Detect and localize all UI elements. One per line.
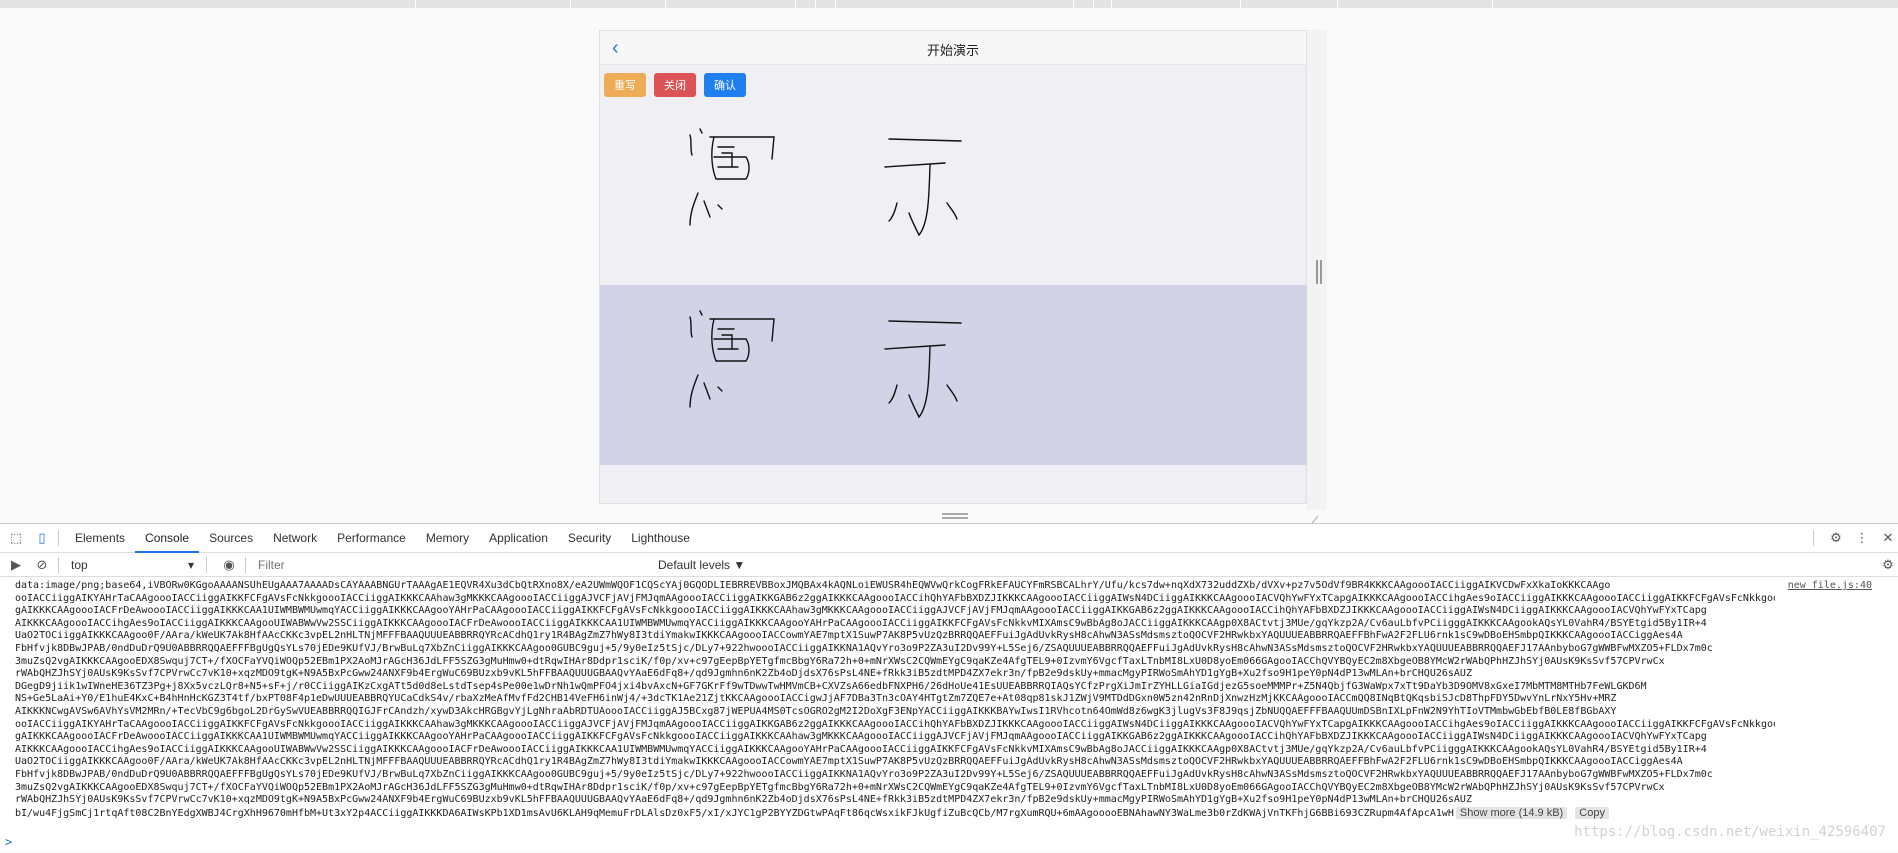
context-value: top [71,557,88,572]
console-line: 3muZsQ2vgAIKKKCAAgooEDX8Swquj7CT+/fXOCFa… [15,655,1665,667]
console-line: rWAbQHZJhSYj0AUsK9KsSvf7CPVrwCc7vK10+xqz… [15,668,1472,680]
page-viewport: ‹ 开始演示 重写 关闭 确认 ⟋ [0,8,1898,528]
divider [58,556,59,573]
dropdown-arrow-icon: ▾ [187,557,194,572]
console-line: gAIKKKCAAgoooIACFrDeAwoooIACCiiggAIKKKCA… [15,731,1707,743]
tab-console[interactable]: Console [135,524,200,553]
close-button[interactable]: 关闭 [654,73,696,97]
signature-preview-image [600,285,1307,465]
sidebar-toggle-icon[interactable]: ▶ [6,555,26,575]
divider [415,0,416,8]
divider [1111,0,1112,8]
vertical-resize-handle[interactable] [1316,260,1322,284]
divider [206,556,207,573]
preview-char-shi [884,320,962,419]
handwritten-char-yan [689,128,775,226]
console-prompt[interactable]: > [5,836,12,849]
divider [570,0,571,8]
divider [1093,0,1094,8]
context-select[interactable]: top ▾ [65,558,200,572]
console-line: FbHfvjk8DBwJPAB/0ndDuDrQ9U0ABBRRQQAEFFFB… [15,768,1713,780]
handwriting-strokes [689,128,962,237]
confirm-button[interactable]: 确认 [704,73,746,97]
inspect-element-icon[interactable]: ⬚ [6,528,26,548]
divider [815,0,816,8]
console-output: new file.js:40 data:image/png;base64,iVB… [0,578,1898,853]
divider [245,556,246,573]
mobile-device-frame: ‹ 开始演示 重写 关闭 确认 [599,30,1307,504]
horizontal-resize-handle[interactable] [942,513,968,519]
page-title: 开始演示 [926,43,979,58]
divider [1240,0,1241,8]
divider [1073,0,1074,8]
device-toolbar-icon[interactable]: ▯ [32,528,52,548]
filter-input[interactable] [252,555,652,574]
divider [1492,0,1493,8]
divider [1813,530,1814,546]
console-line: UaO2TOCiiggAIKKKCAAgoo0F/AAra/kWeUK7Ak8H… [15,756,1683,768]
show-more-button[interactable]: Show more (14.9 kB) [1455,806,1568,819]
watermark: https://blog.csdn.net/weixin_42596407 [1574,824,1886,841]
more-options-icon[interactable]: ⋮ [1852,528,1872,548]
divider [665,0,666,8]
tab-performance[interactable]: Performance [327,524,416,553]
source-link[interactable]: new file.js:40 [1788,580,1872,593]
live-expression-eye-icon[interactable]: ◉ [219,555,239,575]
handwritten-char-shi [884,138,962,237]
clear-console-icon[interactable]: ⊘ [32,555,52,575]
divider [58,530,59,546]
console-line: ooIACCiiggAIKYAHrTaCAAgoooIACCiiggAIKKFC… [15,592,1775,604]
signature-canvas[interactable] [600,103,1307,283]
console-line: FbHfvjk8DBwJPAB/0ndDuDrQ9U0ABBRRQQAEFFFB… [15,642,1713,654]
tab-sources[interactable]: Sources [199,524,263,553]
close-devtools-icon[interactable]: ✕ [1878,528,1898,548]
tab-security[interactable]: Security [558,524,621,553]
nav-bar: ‹ 开始演示 [600,31,1306,65]
devtools-tabs: ⬚ ▯ Elements Console Sources Network Per… [0,524,1898,553]
console-line: gAIKKKCAAgoooIACFrDeAwoooIACCiiggAIKKKCA… [15,605,1707,617]
console-line: ooIACCiiggAIKYAHrTaCAAgoooIACCiiggAIKKFC… [15,718,1775,730]
console-line: bI/wu4FjgSmCj1rtqAft08C2BnYEdgXWBJ4CrgXh… [15,806,1898,821]
devtools-panel: ⬚ ▯ Elements Console Sources Network Per… [0,523,1898,852]
console-line: AIKKKNCwgAVSw6AVhYsVM2MRn/+TecVbC9g6bgoL… [15,705,1617,717]
action-buttons: 重写 关闭 确认 [604,73,746,97]
console-line: AIKKKCAAgoooIACCihgAes9oIACCiiggAIKKKCAA… [15,743,1707,755]
divider [795,0,796,8]
tab-elements[interactable]: Elements [65,524,135,553]
divider [835,0,836,8]
console-settings-gear-icon[interactable]: ⚙ [1878,555,1898,575]
tab-lighthouse[interactable]: Lighthouse [621,524,700,553]
tab-network[interactable]: Network [263,524,327,553]
tab-memory[interactable]: Memory [416,524,479,553]
console-line: 3muZsQ2vgAIKKKCAAgooEDX8Swquj7CT+/fXOCFa… [15,781,1665,793]
copy-button[interactable]: Copy [1575,806,1609,819]
console-line: rWAbQHZJhSYj0AUsK9KsSvf7CPVrwCc7vK10+xqz… [15,794,1472,806]
console-line: AIKKKCAAgoooIACCihgAes9oIACCiiggAIKKKCAA… [15,617,1707,629]
console-line: data:image/png;base64,iVBORw0KGgoAAAANSU… [15,580,1611,591]
console-line: NS+Ge5LaAi+Y0/E1huE4KxC+B4hHnHcKGZ3T4tf/… [15,693,1617,705]
settings-gear-icon[interactable]: ⚙ [1826,528,1846,548]
log-levels-dropdown[interactable]: Default levels ▼ [658,558,745,572]
console-line-text: bI/wu4FjgSmCj1rtqAft08C2BnYEdgXWBJ4CrgXh… [15,807,1454,819]
console-line: DGegD9jiik1wIWneHE36TZ3Pg+j8Xx5vczLQr8+N… [15,680,1647,692]
rewrite-button[interactable]: 重写 [604,73,646,97]
divider [1337,0,1338,8]
browser-top-bar [0,0,1898,8]
preview-strokes [689,310,962,419]
tab-application[interactable]: Application [479,524,558,553]
console-line: UaO2TOCiiggAIKKKCAAgoo0F/AAra/kWeUK7Ak8H… [15,630,1683,642]
console-toolbar: ▶ ⊘ top ▾ ◉ Default levels ▼ ⚙ [0,553,1898,577]
preview-char-yan [689,310,775,408]
